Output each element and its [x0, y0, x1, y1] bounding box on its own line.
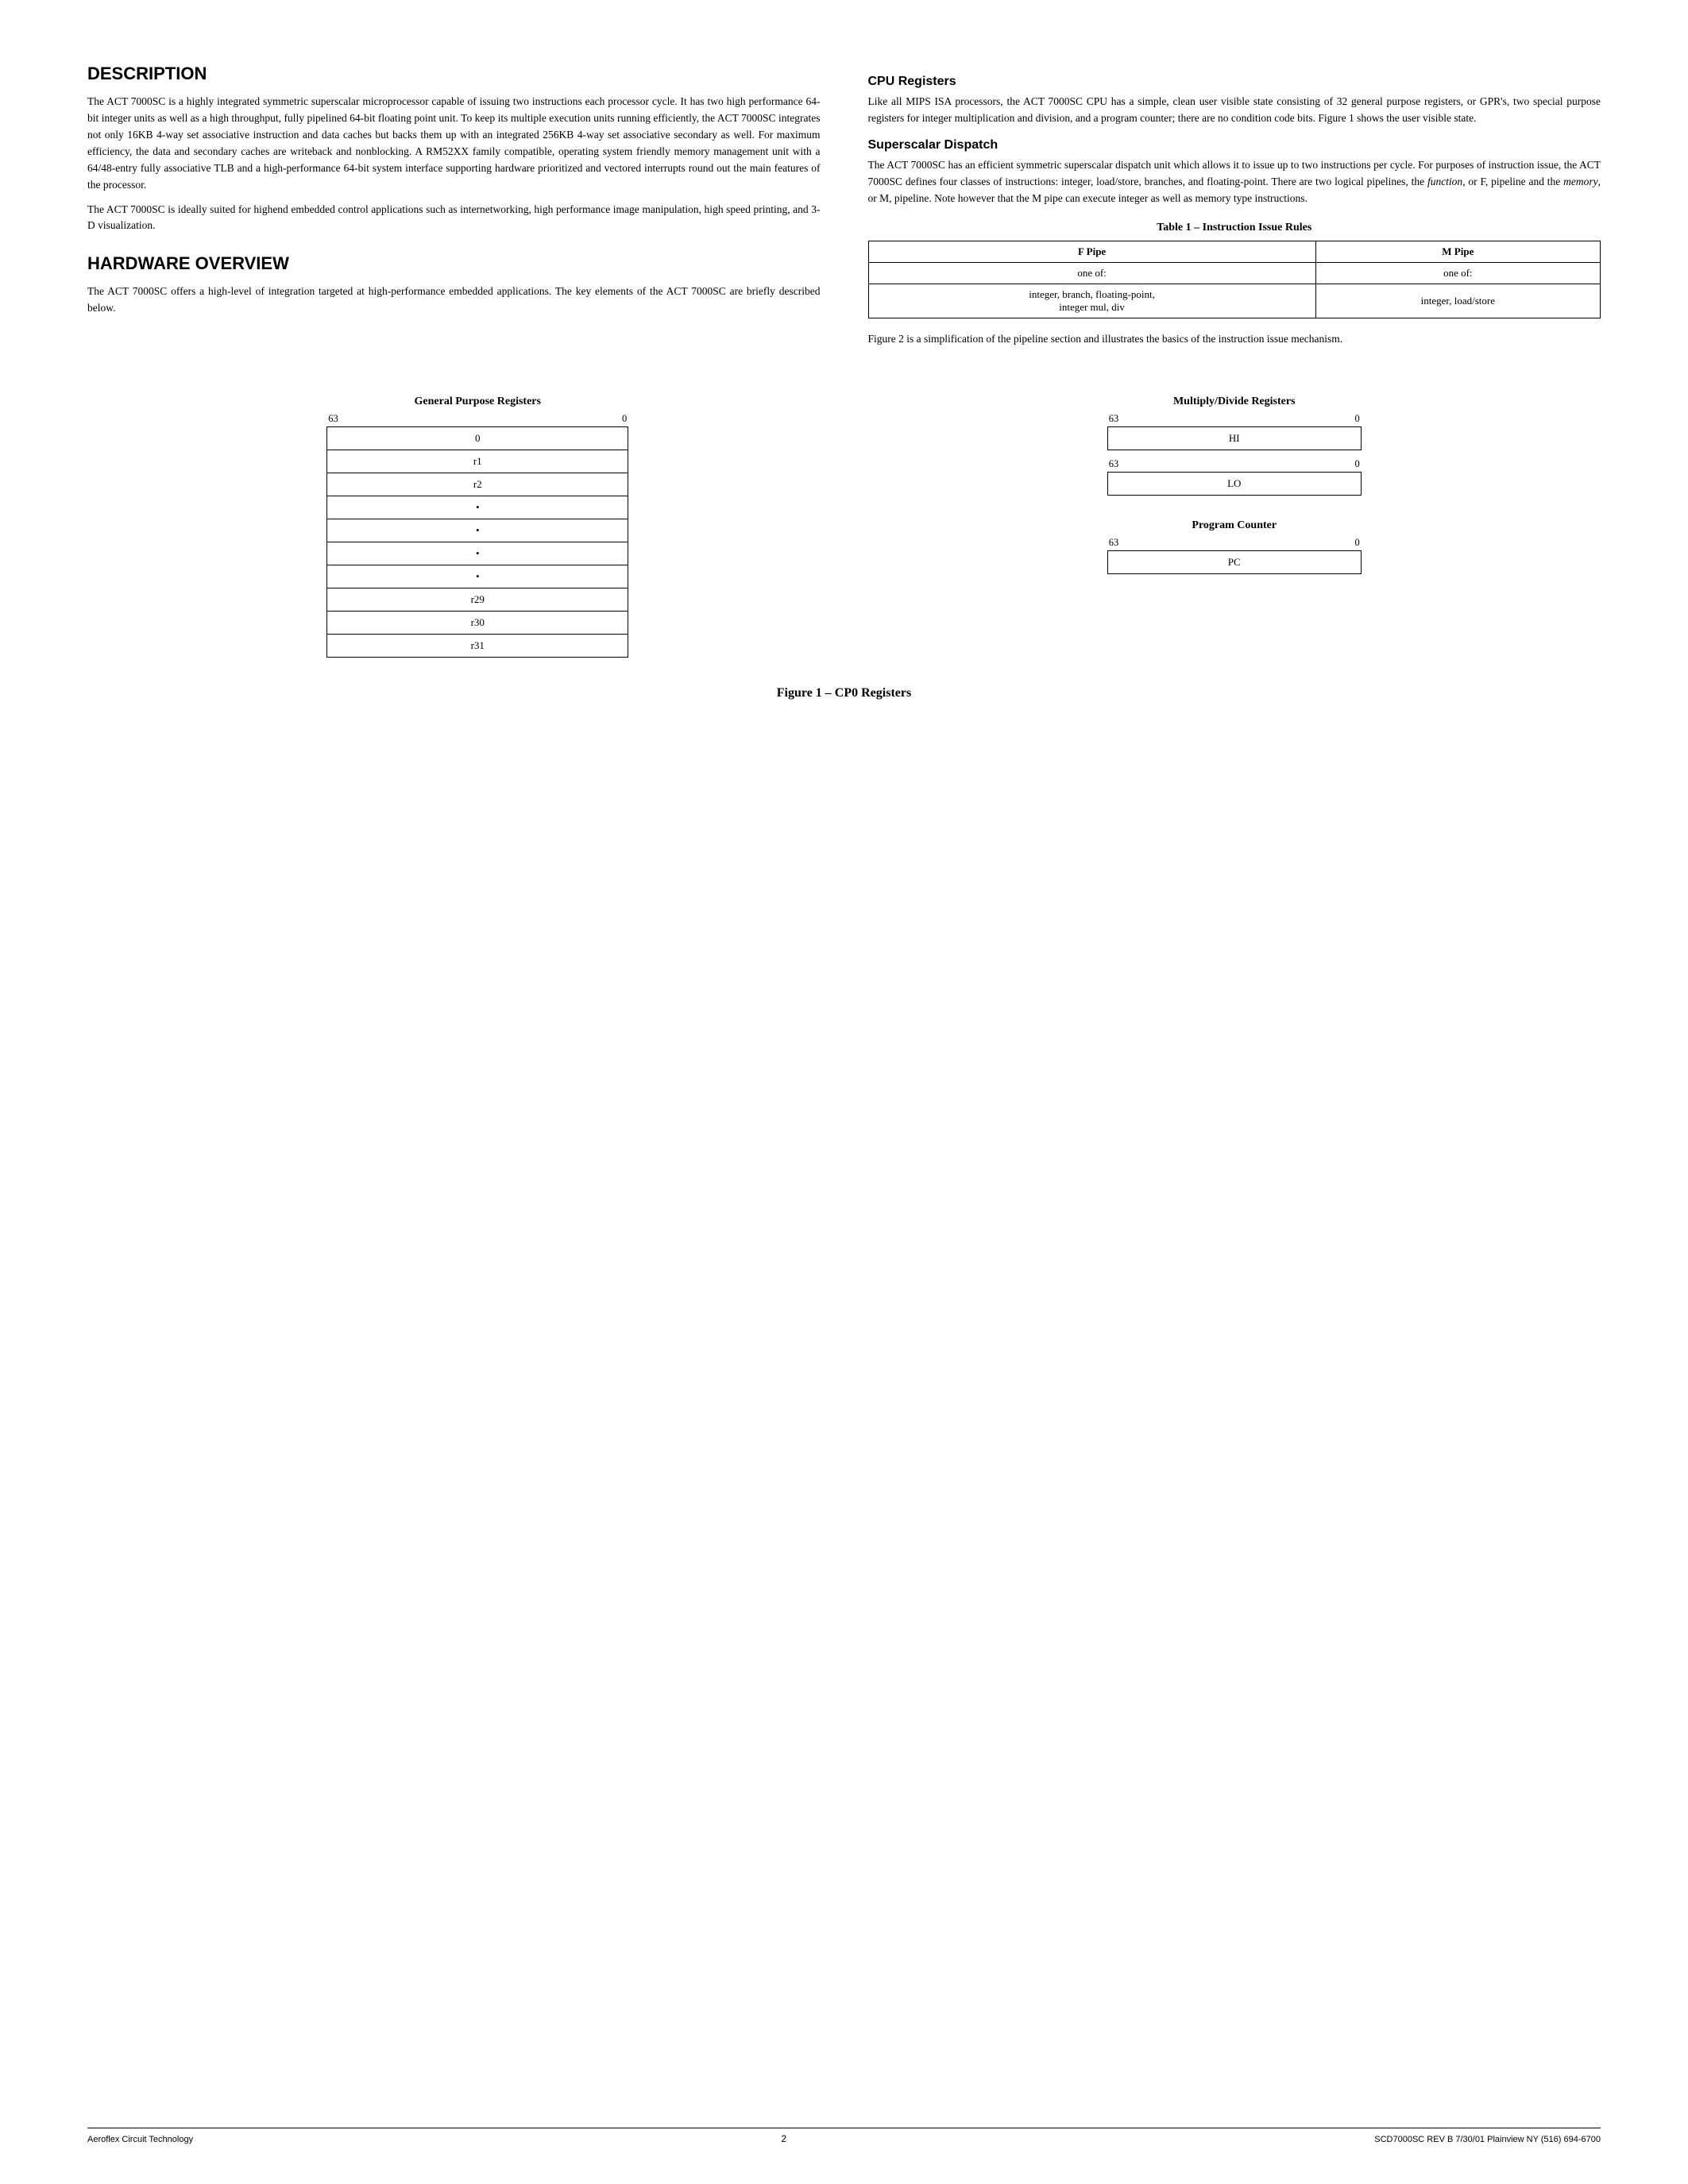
footer-center: 2 — [781, 2133, 786, 2144]
gpr-table-row: • — [327, 519, 628, 542]
gpr-table-row: • — [327, 565, 628, 588]
pc-table: PC — [1107, 550, 1362, 574]
pc-cell: PC — [1107, 550, 1361, 573]
mdr-group: Multiply/Divide Registers 63 0 HI 63 0 — [1107, 396, 1362, 496]
gpr-title: General Purpose Registers — [415, 396, 541, 408]
superscalar-dispatch-para: The ACT 7000SC has an efficient symmetri… — [868, 157, 1601, 207]
mdr-lo-bit-left: 63 — [1109, 458, 1119, 470]
gpr-row-cell: • — [327, 519, 628, 542]
table-row2-mpipe: integer, load/store — [1315, 284, 1600, 318]
figure2-caption-text: Figure 2 is a simplification of the pipe… — [868, 331, 1601, 348]
instruction-issue-table: F Pipe M Pipe one of: one of: integer, b… — [868, 241, 1601, 318]
gpr-row-cell: • — [327, 542, 628, 565]
gpr-table-row: r30 — [327, 611, 628, 634]
gpr-row-cell: r30 — [327, 611, 628, 634]
mdr-lo-cell: LO — [1107, 472, 1361, 495]
gpr-table-row: r2 — [327, 473, 628, 496]
figure1-area: General Purpose Registers 63 0 0r1r2••••… — [87, 396, 1601, 658]
table1-title: Table 1 – Instruction Issue Rules — [868, 222, 1601, 234]
pc-bit-right: 0 — [1355, 537, 1360, 549]
pc-title: Program Counter — [1192, 519, 1277, 532]
gpr-bit-left: 63 — [328, 413, 338, 425]
pc-bit-labels: 63 0 — [1107, 537, 1362, 549]
hardware-overview-title: HARDWARE OVERVIEW — [87, 253, 821, 274]
gpr-row-cell: r1 — [327, 450, 628, 473]
mdr-hi-table: HI — [1107, 426, 1362, 450]
footer-right: SCD7000SC REV B 7/30/01 Plainview NY (51… — [1374, 2135, 1601, 2144]
table-header-fpipe: F Pipe — [868, 241, 1315, 262]
gpr-row-cell: 0 — [327, 426, 628, 450]
table-row2-fpipe: integer, branch, floating-point,integer … — [868, 284, 1315, 318]
hardware-overview-section: HARDWARE OVERVIEW The ACT 7000SC offers … — [87, 253, 821, 317]
gpr-row-cell: r29 — [327, 588, 628, 611]
description-para-1: The ACT 7000SC is a highly integrated sy… — [87, 94, 821, 194]
mdr-hi-bit-labels: 63 0 — [1107, 413, 1362, 425]
hardware-overview-para: The ACT 7000SC offers a high-level of in… — [87, 284, 821, 317]
gpr-table: 0r1r2••••r29r30r31 — [326, 426, 628, 658]
gpr-table-row: r29 — [327, 588, 628, 611]
pc-bit-left: 63 — [1109, 537, 1119, 549]
left-column: DESCRIPTION The ACT 7000SC is a highly i… — [87, 64, 821, 356]
description-title: DESCRIPTION — [87, 64, 821, 84]
mdr-bit-left: 63 — [1109, 413, 1119, 425]
main-content: DESCRIPTION The ACT 7000SC is a highly i… — [87, 64, 1601, 356]
mdr-hi-cell: HI — [1107, 426, 1361, 450]
table-row1-mpipe: one of: — [1315, 262, 1600, 284]
mdr-bit-right: 0 — [1355, 413, 1360, 425]
right-column: CPU Registers Like all MIPS ISA processo… — [868, 64, 1601, 356]
gpr-table-row: r1 — [327, 450, 628, 473]
table-row1-fpipe: one of: — [868, 262, 1315, 284]
gpr-row-cell: r2 — [327, 473, 628, 496]
gpr-table-row: • — [327, 542, 628, 565]
mdr-lo-table: LO — [1107, 472, 1362, 496]
footer-left: Aeroflex Circuit Technology — [87, 2135, 193, 2144]
gpr-row-cell: • — [327, 565, 628, 588]
mdr-title: Multiply/Divide Registers — [1173, 396, 1296, 408]
gpr-row-cell: • — [327, 496, 628, 519]
gpr-bit-right: 0 — [622, 413, 627, 425]
page-footer: Aeroflex Circuit Technology 2 SCD7000SC … — [87, 2128, 1601, 2144]
gpr-row-cell: r31 — [327, 634, 628, 657]
gpr-table-row: r31 — [327, 634, 628, 657]
cpu-registers-para: Like all MIPS ISA processors, the ACT 70… — [868, 94, 1601, 127]
right-register-groups: Multiply/Divide Registers 63 0 HI 63 0 — [1107, 396, 1362, 574]
table-header-mpipe: M Pipe — [1315, 241, 1600, 262]
pc-group: Program Counter 63 0 PC — [1107, 519, 1362, 574]
mdr-lo-bit-right: 0 — [1355, 458, 1360, 470]
superscalar-dispatch-title: Superscalar Dispatch — [868, 138, 1601, 152]
gpr-table-row: 0 — [327, 426, 628, 450]
gpr-table-row: • — [327, 496, 628, 519]
gpr-bit-labels: 63 0 — [326, 413, 628, 425]
gpr-group: General Purpose Registers 63 0 0r1r2••••… — [326, 396, 628, 658]
description-para-2: The ACT 7000SC is ideally suited for hig… — [87, 202, 821, 235]
mdr-lo-bit-labels: 63 0 — [1107, 458, 1362, 470]
page: DESCRIPTION The ACT 7000SC is a highly i… — [0, 0, 1688, 2184]
figure1-caption: Figure 1 – CP0 Registers — [87, 686, 1601, 700]
cpu-registers-title: CPU Registers — [868, 75, 1601, 89]
